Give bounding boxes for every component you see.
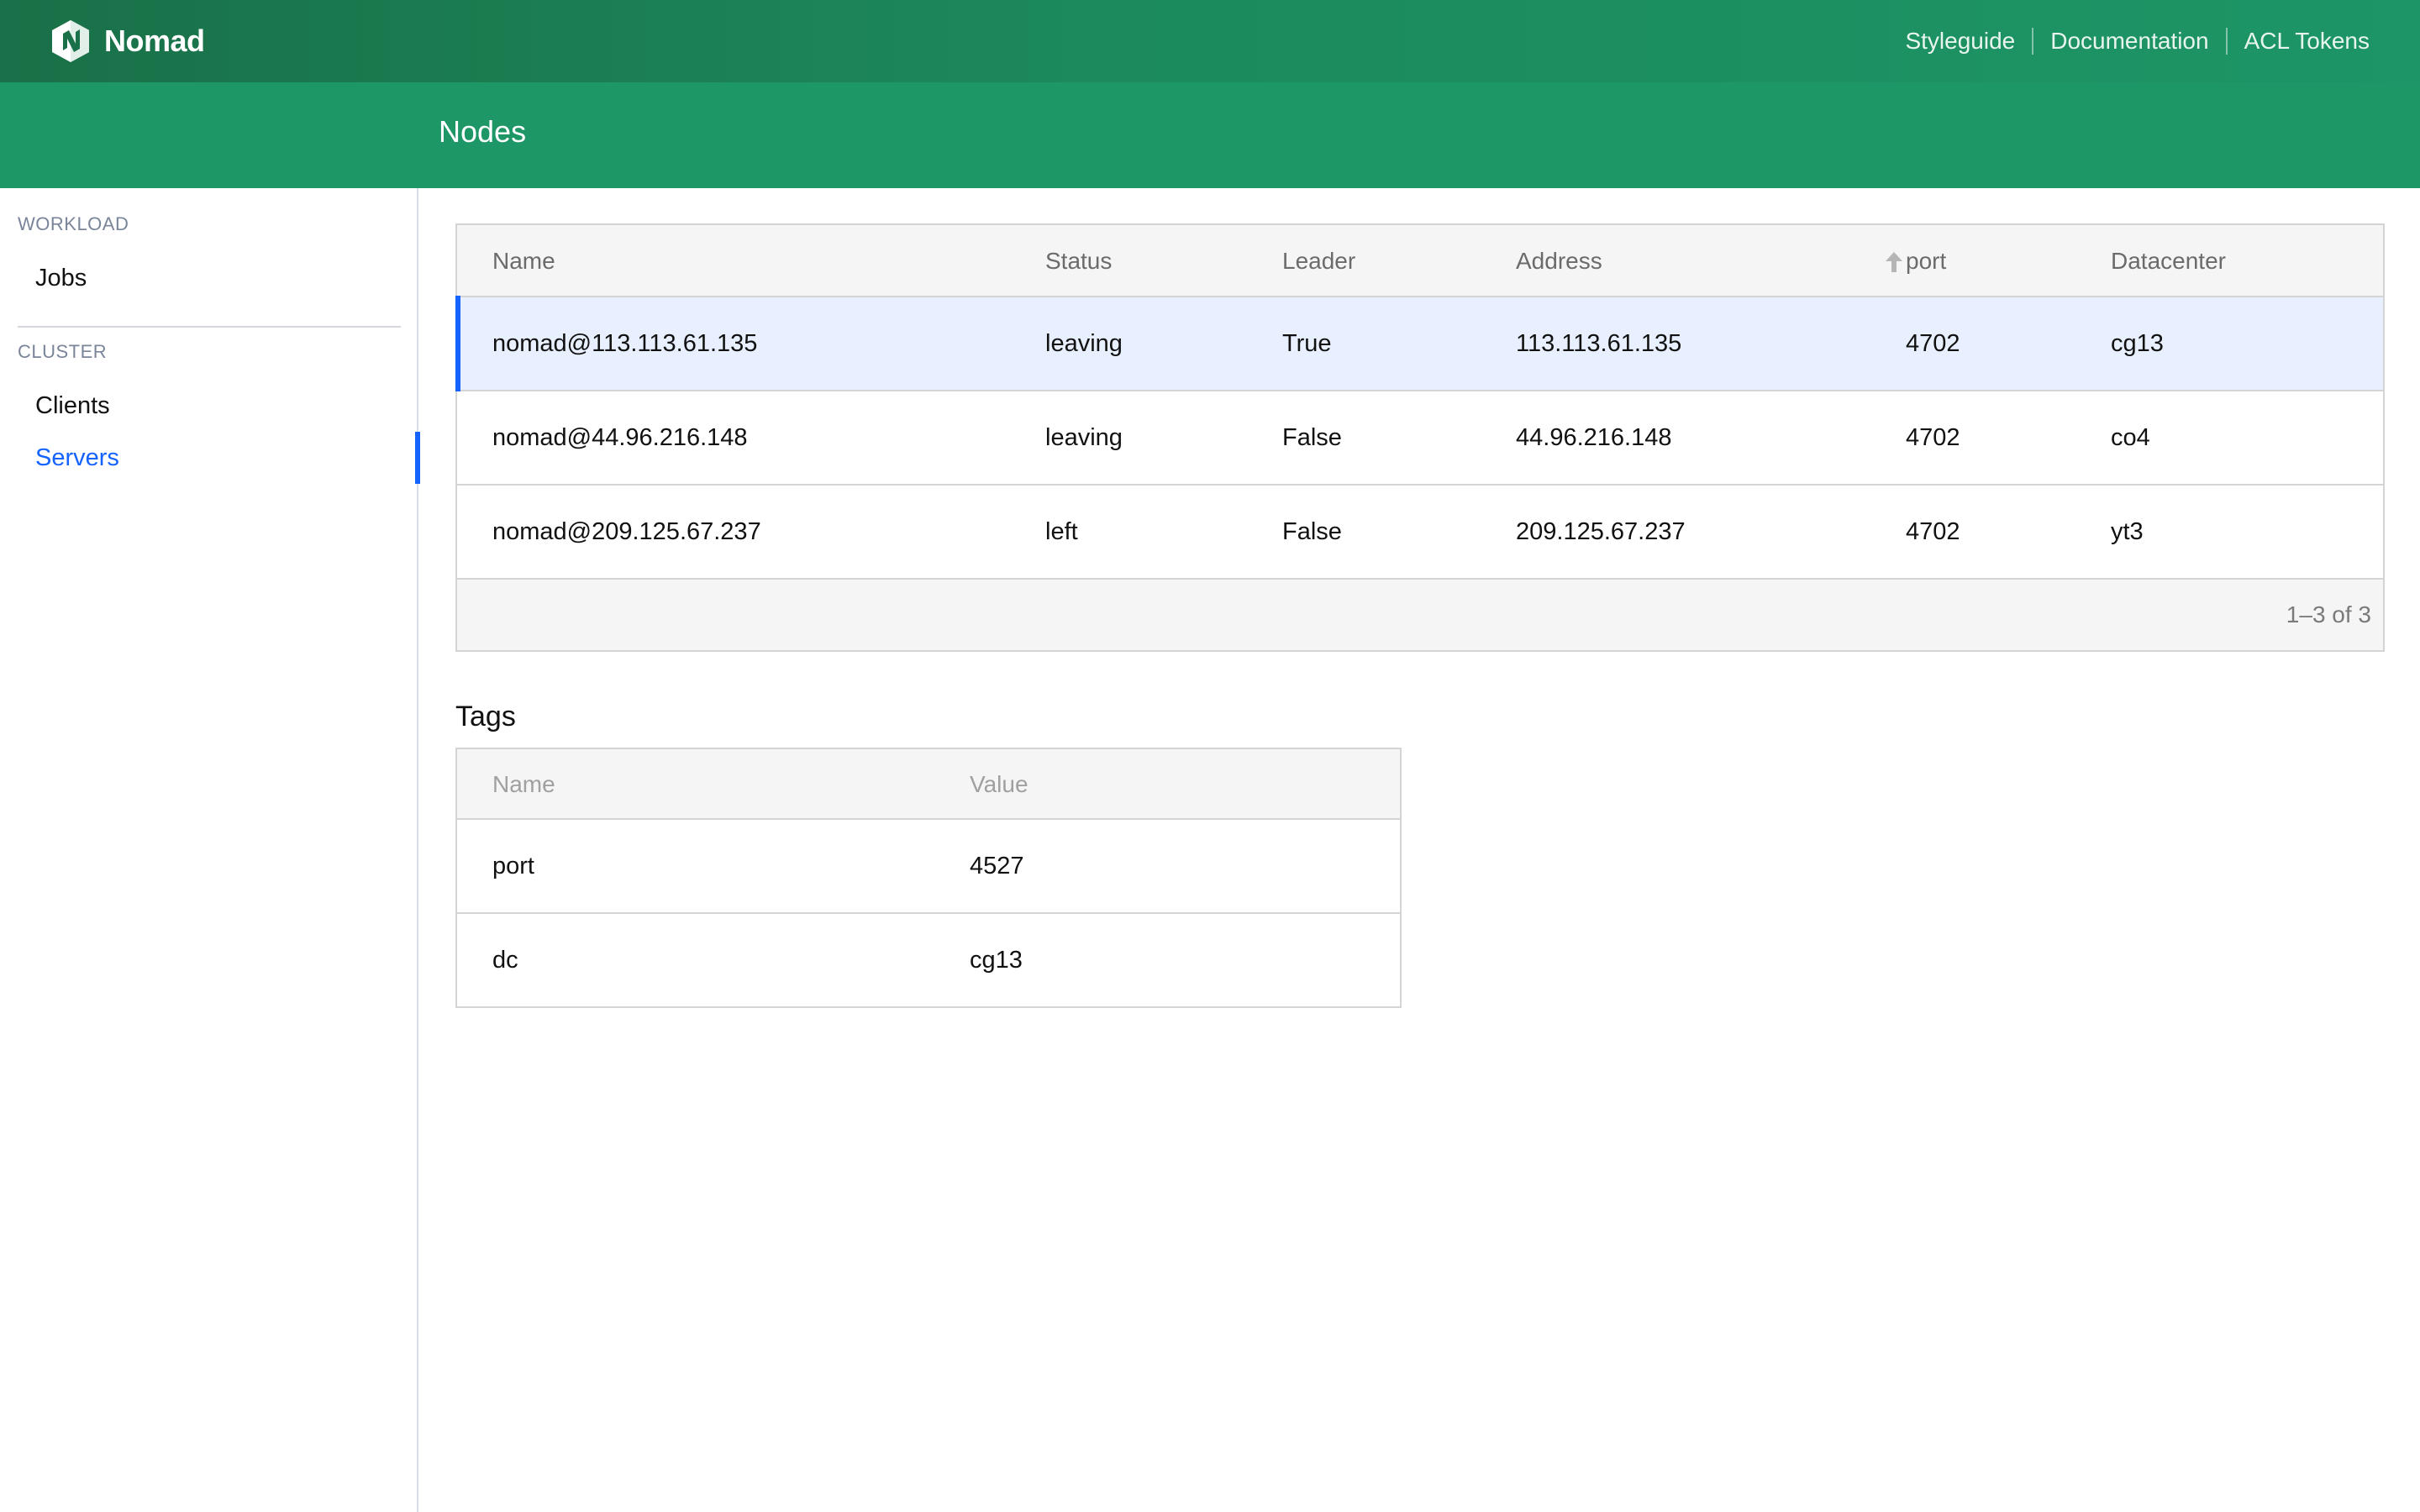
tags-column-value: Value: [970, 771, 1028, 797]
server-datacenter: cg13: [2111, 330, 2164, 357]
server-address: 209.125.67.237: [1516, 518, 1686, 545]
sidebar-divider: [18, 326, 401, 328]
sidebar: WORKLOAD Jobs CLUSTER Clients Servers: [0, 188, 420, 1512]
tag-value: 4527: [970, 853, 1024, 879]
tag-name: port: [492, 853, 534, 879]
tags-table: Name Value port 4527 dc cg13: [455, 748, 1402, 1008]
sidebar-item-servers[interactable]: Servers: [0, 432, 420, 484]
server-leader: False: [1282, 518, 1342, 545]
column-header-port[interactable]: port: [1906, 225, 1946, 297]
documentation-link[interactable]: Documentation: [2032, 28, 2225, 55]
pagination-info: 1–3 of 3: [2286, 601, 2371, 627]
server-address: 113.113.61.135: [1516, 330, 1682, 357]
table-footer: 1–3 of 3: [457, 580, 2383, 650]
column-header-datacenter[interactable]: Datacenter: [2111, 225, 2226, 297]
server-leader: False: [1282, 424, 1342, 451]
server-address: 44.96.216.148: [1516, 424, 1672, 451]
servers-table: Name Status Leader Address port Datacent…: [455, 223, 2385, 652]
server-name[interactable]: nomad@113.113.61.135: [492, 297, 757, 390]
table-row[interactable]: nomad@113.113.61.135 leaving True 113.11…: [455, 296, 2383, 391]
column-header-address[interactable]: Address: [1516, 225, 1602, 297]
tags-title: Tags: [455, 701, 516, 732]
styleguide-link[interactable]: Styleguide: [1888, 28, 2032, 55]
top-navbar: Nomad Styleguide Documentation ACL Token…: [0, 0, 2420, 82]
menu-label-workload: WORKLOAD: [18, 213, 129, 234]
sidebar-item-clients[interactable]: Clients: [0, 380, 418, 432]
page-title: Nodes: [439, 114, 527, 149]
tag-name: dc: [492, 947, 518, 974]
column-header-status[interactable]: Status: [1045, 225, 1112, 297]
nomad-logo-icon: [52, 20, 89, 62]
column-header-name[interactable]: Name: [492, 225, 555, 297]
brand-name: Nomad: [104, 24, 205, 58]
server-name[interactable]: nomad@209.125.67.237: [492, 486, 761, 578]
server-status: left: [1045, 518, 1078, 545]
table-row: dc cg13: [457, 914, 1400, 1008]
server-status: leaving: [1045, 424, 1123, 451]
column-header-leader[interactable]: Leader: [1282, 225, 1355, 297]
sidebar-item-jobs[interactable]: Jobs: [0, 252, 418, 304]
server-port: 4702: [1906, 330, 1960, 357]
server-datacenter: yt3: [2111, 518, 2144, 545]
tag-value: cg13: [970, 947, 1023, 974]
table-row: port 4527: [457, 820, 1400, 914]
server-port: 4702: [1906, 424, 1960, 451]
table-header: Name Status Leader Address port Datacent…: [457, 225, 2383, 297]
server-name[interactable]: nomad@44.96.216.148: [492, 391, 748, 484]
page-header: Nodes: [0, 82, 2420, 188]
tags-table-header: Name Value: [457, 749, 1400, 820]
server-status: leaving: [1045, 330, 1123, 357]
server-port: 4702: [1906, 518, 1960, 545]
server-datacenter: co4: [2111, 424, 2150, 451]
table-row[interactable]: nomad@44.96.216.148 leaving False 44.96.…: [457, 391, 2383, 486]
menu-label-cluster: CLUSTER: [18, 341, 108, 362]
table-row[interactable]: nomad@209.125.67.237 left False 209.125.…: [457, 486, 2383, 580]
brand-logo-link[interactable]: Nomad: [50, 18, 205, 64]
acl-tokens-link[interactable]: ACL Tokens: [2225, 28, 2370, 55]
server-leader: True: [1282, 330, 1332, 357]
sort-ascending-icon[interactable]: [1884, 250, 1904, 274]
top-links: Styleguide Documentation ACL Tokens: [1888, 28, 2370, 55]
tags-column-name: Name: [492, 771, 555, 797]
